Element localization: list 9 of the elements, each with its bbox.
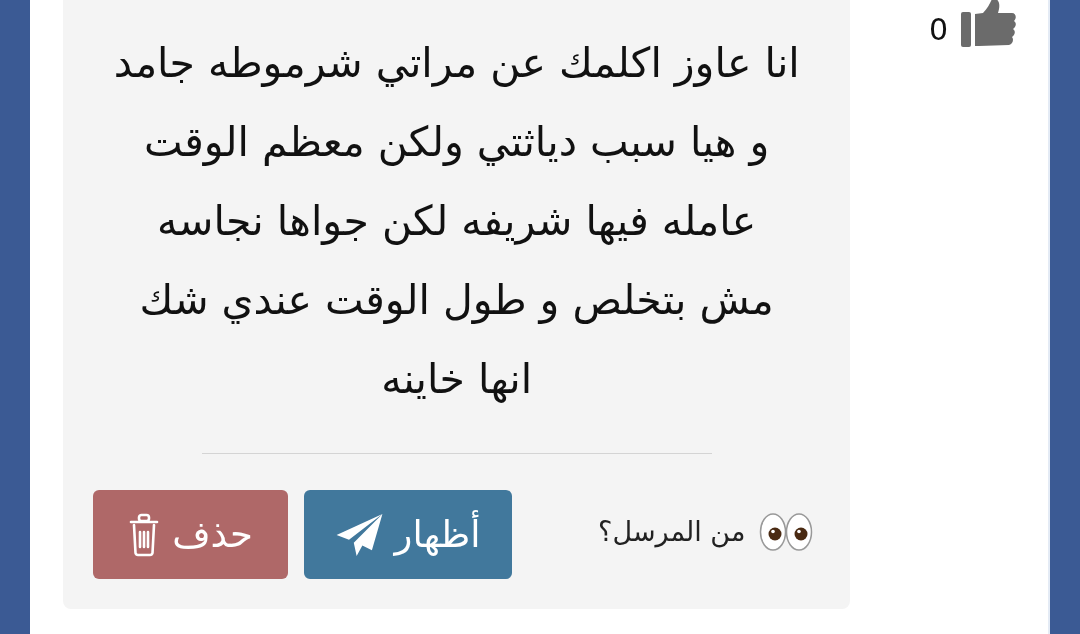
trash-icon xyxy=(128,512,161,557)
sender-question[interactable]: من المرسل؟ xyxy=(598,516,746,547)
eyes-icon xyxy=(759,511,814,552)
delete-button[interactable]: حذف xyxy=(93,490,288,579)
reveal-button[interactable]: أظهار xyxy=(304,490,512,579)
paper-plane-icon xyxy=(335,513,383,556)
message-text: انا عاوز اكلمك عن مراتي شرموطه جامد و هيا سبب دياثتي ولكن معظم الوقت عامله فيها شريفه لكن جواها نجاسه مش بتخلص و طول الوقت عندي شك انها خاينه xyxy=(112,38,801,405)
thumbs-up-icon[interactable] xyxy=(961,0,1017,47)
like-count: 0 xyxy=(928,15,948,45)
